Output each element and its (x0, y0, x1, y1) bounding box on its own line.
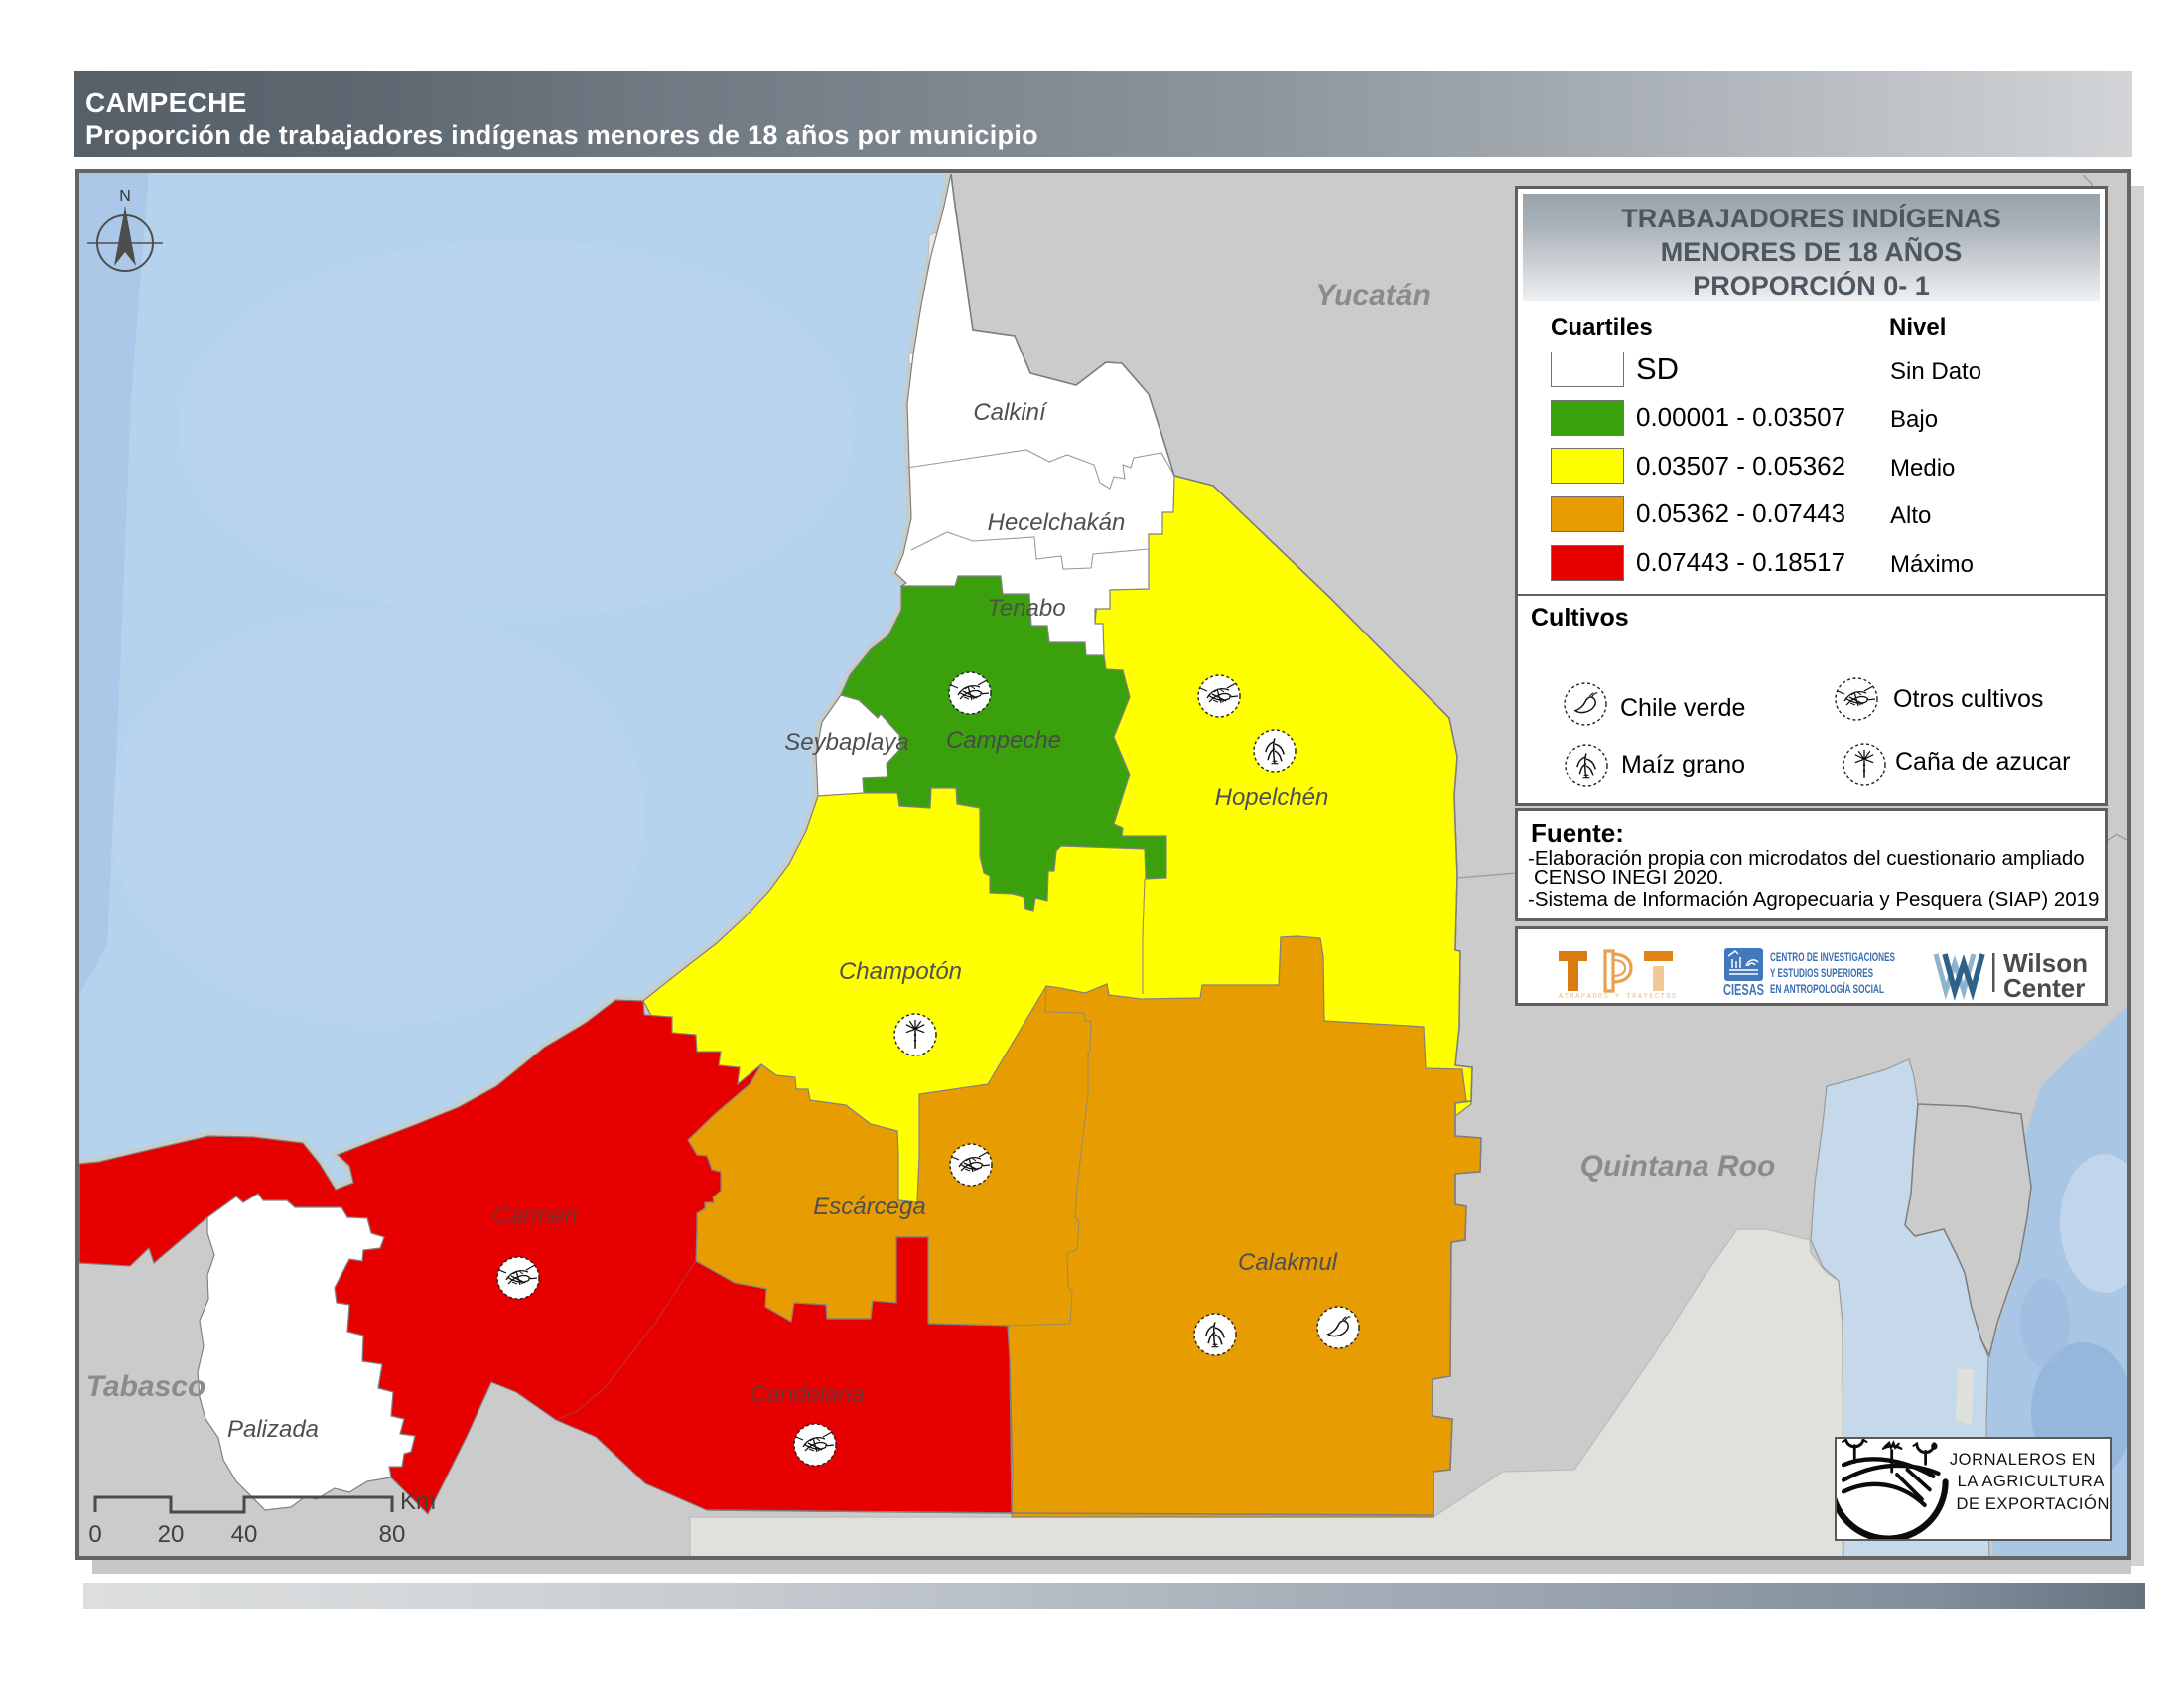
svg-text:80: 80 (379, 1521, 406, 1548)
svg-text:Hopelchén: Hopelchén (1215, 784, 1329, 811)
svg-text:CENTRO DE INVESTIGACIONES: CENTRO DE INVESTIGACIONES (1770, 950, 1895, 964)
svg-text:Hecelchakán: Hecelchakán (988, 509, 1126, 536)
svg-text:20: 20 (158, 1521, 185, 1548)
svg-text:Km: Km (400, 1488, 436, 1515)
svg-text:CIESAS: CIESAS (1723, 982, 1764, 999)
svg-text:40: 40 (231, 1521, 258, 1548)
svg-text:Quintana Roo: Quintana Roo (1580, 1150, 1776, 1183)
svg-text:Candelaria: Candelaria (750, 1381, 865, 1408)
svg-text:Center: Center (2003, 973, 2085, 1003)
svg-text:Caña de azucar: Caña de azucar (1895, 748, 2071, 775)
svg-text:Otros cultivos: Otros cultivos (1893, 685, 2043, 713)
svg-text:ATRAPADOS Y TRAYECTOS: ATRAPADOS Y TRAYECTOS (1559, 993, 1678, 1001)
svg-text:Carmen: Carmen (492, 1202, 577, 1229)
svg-text:Maíz grano: Maíz grano (1621, 751, 1745, 778)
svg-text:0: 0 (88, 1521, 101, 1548)
svg-text:Seybaplaya: Seybaplaya (784, 729, 908, 756)
svg-text:Champotón: Champotón (839, 958, 962, 985)
svg-text:Escárcega: Escárcega (813, 1194, 925, 1220)
svg-text:Tabasco: Tabasco (86, 1370, 206, 1403)
svg-text:LA AGRICULTURA: LA AGRICULTURA (1958, 1473, 2105, 1490)
svg-text:Chile verde: Chile verde (1620, 694, 1745, 722)
svg-text:N: N (119, 188, 131, 205)
svg-text:Tenabo: Tenabo (987, 595, 1065, 622)
svg-text:Campeche: Campeche (946, 727, 1061, 754)
svg-text:JORNALEROS EN: JORNALEROS EN (1950, 1451, 2096, 1469)
svg-text:DE EXPORTACIÓN: DE EXPORTACIÓN (1957, 1494, 2110, 1513)
svg-text:Y ESTUDIOS SUPERIORES: Y ESTUDIOS SUPERIORES (1770, 966, 1873, 980)
svg-text:EN ANTROPOLOGÍA SOCIAL: EN ANTROPOLOGÍA SOCIAL (1770, 981, 1884, 996)
svg-text:Palizada: Palizada (227, 1416, 319, 1443)
svg-text:Calakmul: Calakmul (1238, 1249, 1338, 1276)
svg-text:Calkiní: Calkiní (973, 399, 1048, 426)
svg-text:Yucatán: Yucatán (1315, 279, 1431, 312)
